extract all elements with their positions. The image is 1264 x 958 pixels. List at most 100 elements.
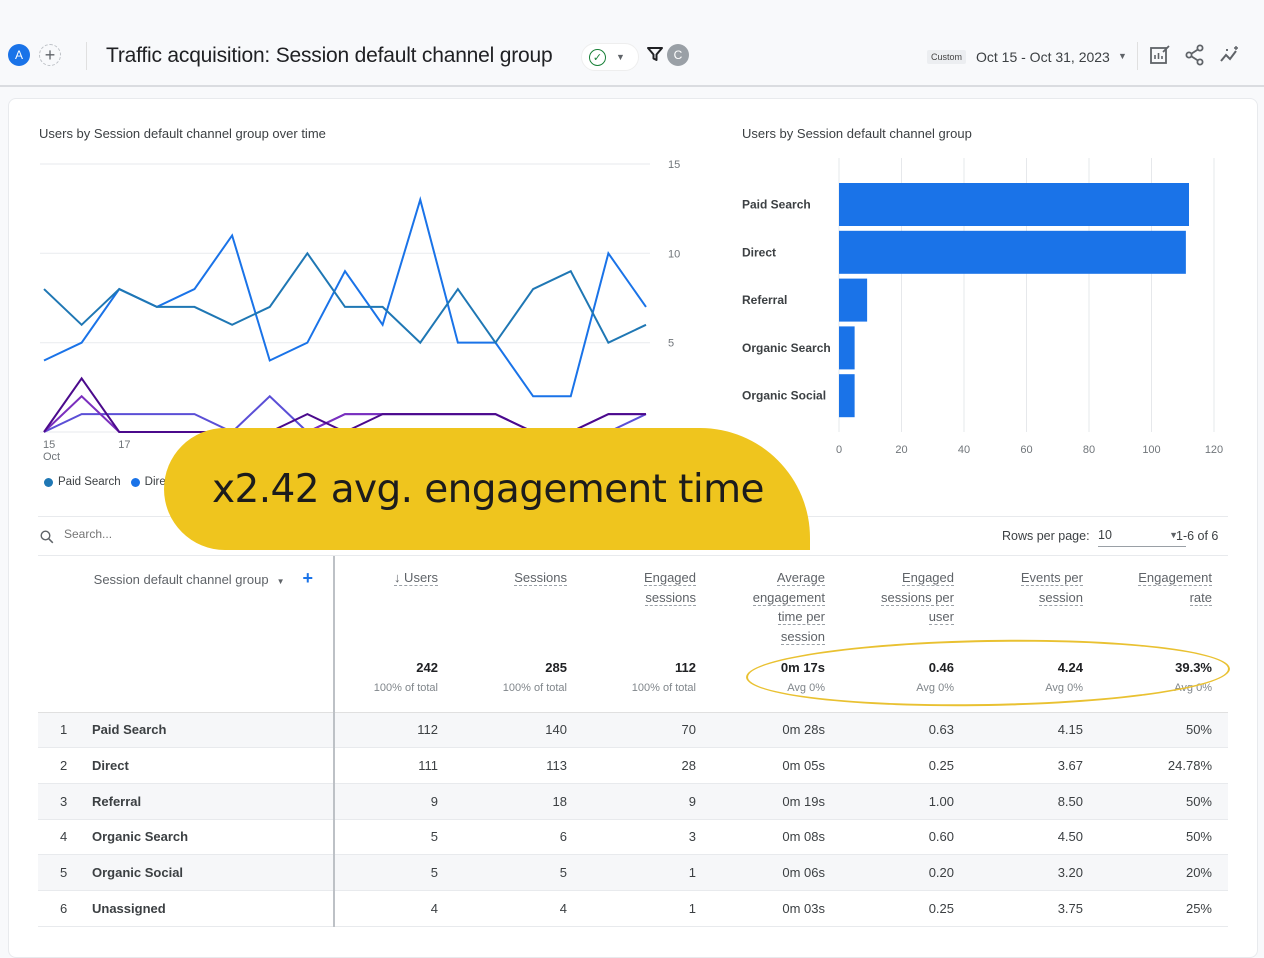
row-rank: 5: [38, 854, 92, 891]
row-metric-cell: 1: [583, 854, 712, 891]
row-metric-cell: 4: [454, 890, 583, 927]
row-metric-cell: 50%: [1099, 783, 1228, 820]
total-value: 285: [545, 660, 567, 675]
row-metric-cell: 0.63: [841, 712, 970, 749]
row-metric-cell: 0.20: [841, 854, 970, 891]
row-metric-cell: 1: [583, 890, 712, 927]
row-metric-cell: 0m 05s: [712, 747, 841, 784]
column-header-label[interactable]: ↓ Users: [335, 568, 438, 588]
row-channel-name[interactable]: Paid Search: [92, 712, 335, 749]
row-metric-cell: 111: [334, 747, 454, 784]
rows-per-page-value: 10: [1098, 528, 1112, 542]
table-row[interactable]: 2 Direct 111 113 28 0m 05s 0.25 3.67 24.78%: [38, 747, 1228, 784]
column-header-users[interactable]: ↓ Users: [334, 556, 454, 660]
column-header-label[interactable]: Sessions: [454, 568, 567, 588]
row-channel-name[interactable]: Direct: [92, 747, 335, 784]
row-rank: 4: [38, 819, 92, 856]
column-header-label[interactable]: Engaged sessions per user: [841, 568, 954, 627]
total-value: 112: [675, 660, 696, 675]
row-metric-cell: 4.15: [970, 712, 1099, 749]
x-tick-label: 17: [118, 439, 130, 451]
bar-paid-search[interactable]: [839, 183, 1189, 226]
dimension-header[interactable]: Session default channel group ▼ +: [38, 556, 335, 660]
column-header-line: Average: [776, 570, 825, 586]
row-channel-name[interactable]: Organic Search: [92, 819, 335, 856]
y-tick-label: 5: [668, 338, 674, 350]
legend-dot: [44, 477, 53, 487]
row-metric-cell: 113: [454, 747, 583, 784]
totals-label-cell: [38, 660, 335, 713]
x-tick-label: 0: [836, 444, 842, 456]
row-rank: 2: [38, 747, 92, 784]
line-chart-legend: Paid Search Direct: [44, 476, 175, 488]
table-row[interactable]: 3 Referral 9 18 9 0m 19s 1.00 8.50 50%: [38, 783, 1228, 820]
row-channel-name[interactable]: Referral: [92, 783, 335, 820]
column-header-line: Engaged: [643, 570, 696, 586]
column-header-line: rate: [1189, 589, 1212, 606]
bar-organic-search[interactable]: [839, 326, 855, 370]
column-header-line: session: [780, 628, 825, 645]
line-chart: 05101515Oct17: [40, 159, 680, 463]
bar-direct[interactable]: [839, 230, 1186, 274]
chevron-down-icon[interactable]: ▼: [277, 577, 285, 586]
row-rank: 6: [38, 890, 92, 927]
column-header-label[interactable]: Engagement rate: [1099, 568, 1212, 607]
column-header-avg-engagement-time[interactable]: Average engagement time per session: [712, 556, 841, 660]
row-metric-cell: 28: [583, 747, 712, 784]
series-line-direct[interactable]: [43, 196, 647, 398]
column-header-line: Sessions: [514, 570, 567, 586]
column-header-line: ↓ Users: [393, 570, 438, 586]
category-label: Referral: [742, 293, 787, 307]
row-channel-name[interactable]: Organic Social: [92, 854, 335, 891]
table-row[interactable]: 5 Organic Social 5 5 1 0m 06s 0.20 3.20 20%: [38, 854, 1228, 891]
row-metric-cell: 3.75: [970, 890, 1099, 927]
row-metric-cell: 70: [583, 712, 712, 749]
callout-banner: x2.42 avg. engagement time: [164, 428, 810, 550]
dimension-header-label[interactable]: Session default channel group: [94, 572, 269, 587]
total-subtext: 100% of total: [631, 682, 696, 694]
column-header-label[interactable]: Events per session: [970, 568, 1083, 607]
row-metric-cell: 9: [583, 783, 712, 820]
x-tick-label: 100: [1142, 444, 1160, 456]
row-metric-cell: 0m 03s: [712, 890, 841, 927]
bar-organic-social[interactable]: [839, 374, 855, 418]
column-header-label[interactable]: Engaged sessions: [583, 568, 696, 607]
row-metric-cell: 0.60: [841, 819, 970, 856]
row-metric-cell: 3.20: [970, 854, 1099, 891]
total-subtext: 100% of total: [373, 682, 438, 694]
x-tick-label: 20: [895, 444, 907, 456]
category-label: Organic Social: [742, 389, 826, 403]
category-label: Direct: [742, 245, 776, 259]
row-metric-cell: 1.00: [841, 783, 970, 820]
row-channel-name[interactable]: Unassigned: [92, 890, 335, 927]
row-metric-cell: 24.78%: [1099, 747, 1228, 784]
data-table: Session default channel group ▼ + ↓ Users …: [38, 556, 1228, 927]
table-row[interactable]: 4 Organic Search 5 6 3 0m 08s 0.60 4.50 50%: [38, 819, 1228, 856]
total-cell: 242 100% of total: [334, 660, 454, 713]
total-subtext: 100% of total: [502, 682, 567, 694]
column-header-engaged-sessions[interactable]: Engaged sessions: [583, 556, 712, 660]
total-value: 242: [416, 660, 438, 675]
column-header-line: sessions: [645, 589, 696, 606]
add-dimension-button[interactable]: +: [302, 568, 313, 588]
row-metric-cell: 0m 28s: [712, 712, 841, 749]
column-header-label[interactable]: Average engagement time per session: [712, 568, 825, 646]
total-cell: 285 100% of total: [454, 660, 583, 713]
column-header-sessions[interactable]: Sessions: [454, 556, 583, 660]
bar-referral[interactable]: [839, 278, 868, 322]
row-rank: 3: [38, 783, 92, 820]
row-metric-cell: 5: [334, 819, 454, 856]
row-metric-cell: 9: [334, 783, 454, 820]
x-tick-label: Oct: [43, 451, 60, 463]
table-row[interactable]: 6 Unassigned 4 4 1 0m 03s 0.25 3.75 25%: [38, 890, 1228, 927]
series-line-referral[interactable]: [43, 376, 646, 434]
table-row[interactable]: 1 Paid Search 112 140 70 0m 28s 0.63 4.15 50%: [38, 712, 1228, 749]
legend-item-paid-search[interactable]: Paid Search: [44, 476, 121, 488]
rows-per-page-select[interactable]: 10 ▼: [1098, 525, 1186, 547]
column-header-line: time per: [778, 609, 825, 625]
series-line-paid-search[interactable]: [43, 251, 647, 345]
y-tick-label: 10: [668, 248, 680, 260]
category-label: Paid Search: [742, 198, 811, 212]
row-metric-cell: 20%: [1099, 854, 1228, 891]
row-metric-cell: 3: [583, 819, 712, 856]
